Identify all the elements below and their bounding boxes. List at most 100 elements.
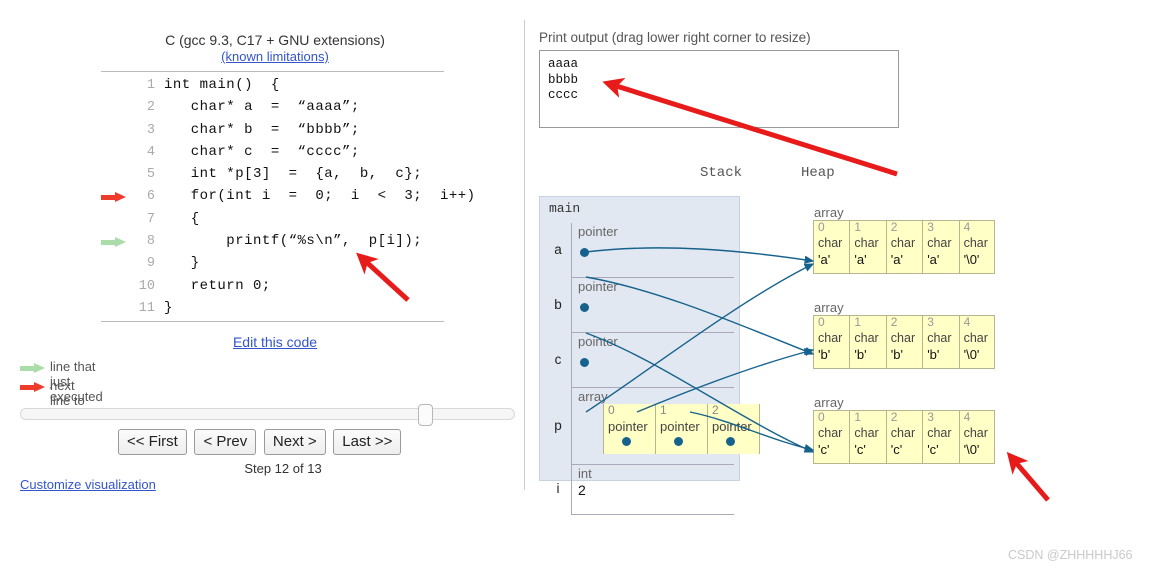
heap-cell-type: char	[854, 426, 879, 440]
resize-grip-icon[interactable]	[889, 131, 899, 141]
pointer-dot	[726, 437, 735, 446]
heap-cell-index: 0	[818, 220, 825, 234]
code-line-number: 8	[146, 234, 155, 250]
code-line-text: return 0;	[164, 277, 271, 294]
heap-array-table: 0 char 'a' 1 char 'a' 2 char 'a' 3 char 'a' 4 char '\0…	[813, 220, 995, 274]
code-line: 4 char* c = “cccc”;	[101, 142, 444, 164]
language-title: C (gcc 9.3, C17 + GNU extensions)	[165, 32, 385, 48]
pointer-dot	[580, 248, 589, 257]
heap-cell-value: 'a'	[890, 252, 903, 267]
stack-variable: b pointer	[547, 278, 734, 333]
stack-variable-name: a	[554, 241, 562, 257]
stack-variable-name: b	[554, 296, 562, 312]
last-button[interactable]: Last >>	[333, 429, 402, 455]
pythontutor-visualizer: C (gcc 9.3, C17 + GNU extensions) (known…	[0, 0, 1160, 576]
code-line-number: 6	[146, 189, 155, 205]
slider-handle[interactable]	[418, 404, 433, 426]
code-line: 8 printf(“%s\n”, p[i]);	[101, 231, 444, 253]
heap-cell-type: char	[818, 426, 843, 440]
step-slider[interactable]	[20, 404, 515, 426]
annotation-arrow-to-heap	[1006, 451, 1050, 502]
heap-cell-value: 'b'	[890, 347, 903, 362]
heap-cell-index: 2	[890, 410, 898, 424]
next-button[interactable]: Next >	[263, 429, 326, 455]
code-line: 5 int *p[3] = {a, b, c};	[101, 164, 444, 186]
code-line-number: 9	[146, 256, 155, 272]
stack-column-title: Stack	[700, 165, 743, 181]
heap-cell-type: char	[818, 236, 843, 250]
heap-cell-index: 4	[963, 315, 971, 329]
code-line: 3 char* b = “bbbb”;	[101, 120, 444, 142]
edit-this-code-link[interactable]: Edit this code	[233, 334, 317, 350]
heap-cell-value: 'c'	[927, 442, 939, 457]
heap-cell-type: char	[890, 426, 916, 440]
heap-cell-type: char	[854, 236, 879, 250]
code-line-text: {	[164, 210, 200, 227]
stack-variable-type: array	[578, 389, 608, 404]
stack-variable-box: pointer	[571, 278, 734, 333]
code-line-number: 5	[146, 167, 155, 183]
code-line-text: for(int i = 0; i < 3; i++)	[164, 188, 476, 205]
code-line-number: 3	[146, 122, 155, 138]
stack-variable: i int 2	[547, 465, 734, 515]
code-line: 2 char* a = “aaaa”;	[101, 97, 444, 119]
stack-variable: c pointer	[547, 333, 734, 388]
heap-cell-type: char	[963, 426, 988, 440]
heap-cell-value: 'c'	[890, 442, 903, 457]
code-line-number: 2	[146, 100, 155, 116]
heap-array-cell: 1 char 'c'	[850, 410, 887, 463]
pointer-dot	[674, 437, 683, 446]
code-line: 1 int main() {	[101, 75, 444, 97]
heap-cell-value: '\0'	[963, 347, 980, 362]
stack-frame-main: main a pointer b pointer c pointer p array 0 poin…	[539, 196, 760, 515]
heap-array-cell: 4 char '\0'	[960, 410, 996, 463]
code-line-text: char* b = “bbbb”;	[164, 121, 360, 138]
known-limitations-line: (known limitations)	[100, 49, 450, 65]
code-line-text: int main() {	[164, 77, 280, 93]
heap-cell-value: '\0'	[963, 252, 980, 267]
code-line: 6 for(int i = 0; i < 3; i++)	[101, 186, 475, 208]
heap-cell-index: 2	[890, 220, 898, 234]
code-line-number: 7	[146, 211, 155, 227]
heap-cell-value: 'a'	[854, 252, 867, 267]
code-line-text: }	[164, 255, 200, 272]
pointer-array-index: 2	[712, 403, 719, 417]
pointer-array-cell: 0 pointer	[603, 403, 655, 454]
first-button[interactable]: << First	[118, 429, 187, 455]
heap-cell-value: 'b'	[818, 347, 831, 362]
heap-cell-type: char	[818, 331, 843, 345]
code-line-number: 10	[138, 278, 155, 294]
pointer-array-type: pointer	[660, 419, 700, 434]
slider-track[interactable]	[20, 408, 515, 420]
print-output-label: Print output (drag lower right corner to…	[539, 30, 811, 45]
heap-cell-type: char	[927, 426, 952, 440]
print-output-box[interactable]: aaaa bbbb cccc	[539, 50, 899, 128]
prev-button[interactable]: < Prev	[194, 429, 257, 455]
pointer-dot	[622, 437, 631, 446]
next-line-arrow-icon	[101, 192, 127, 203]
stack-pointer-array: 0 pointer 1 pointer 2 pointer	[603, 403, 760, 454]
heap-cell-index: 1	[854, 410, 862, 424]
known-limitations-link[interactable]: (known limitations)	[221, 49, 329, 64]
panel-divider	[524, 20, 525, 490]
code-line-text: char* c = “cccc”;	[164, 143, 360, 160]
pointer-array-index: 0	[608, 403, 615, 417]
heap-cell-type: char	[963, 236, 988, 250]
stack-variable-type: pointer	[578, 334, 618, 349]
heap-cell-value: 'b'	[927, 347, 940, 362]
code-top-rule	[101, 71, 444, 72]
stack-variable-type: pointer	[578, 279, 618, 294]
pointer-array-cell: 2 pointer	[707, 403, 759, 454]
heap-cell-index: 4	[963, 410, 971, 424]
stack-variable-name: p	[554, 417, 562, 433]
stack-variable: a pointer	[547, 223, 734, 278]
heap-array-label: array	[814, 300, 844, 315]
customize-visualization-link[interactable]: Customize visualization	[20, 477, 156, 492]
heap-array-cell: 4 char '\0'	[960, 220, 996, 273]
pointer-array-type: pointer	[608, 419, 648, 434]
stack-frame-name: main	[549, 201, 581, 216]
stack-variable-value: 2	[578, 482, 586, 498]
code-line-text: char* a = “aaaa”;	[164, 99, 360, 116]
heap-cell-index: 4	[963, 220, 971, 234]
heap-cell-type: char	[890, 331, 916, 345]
